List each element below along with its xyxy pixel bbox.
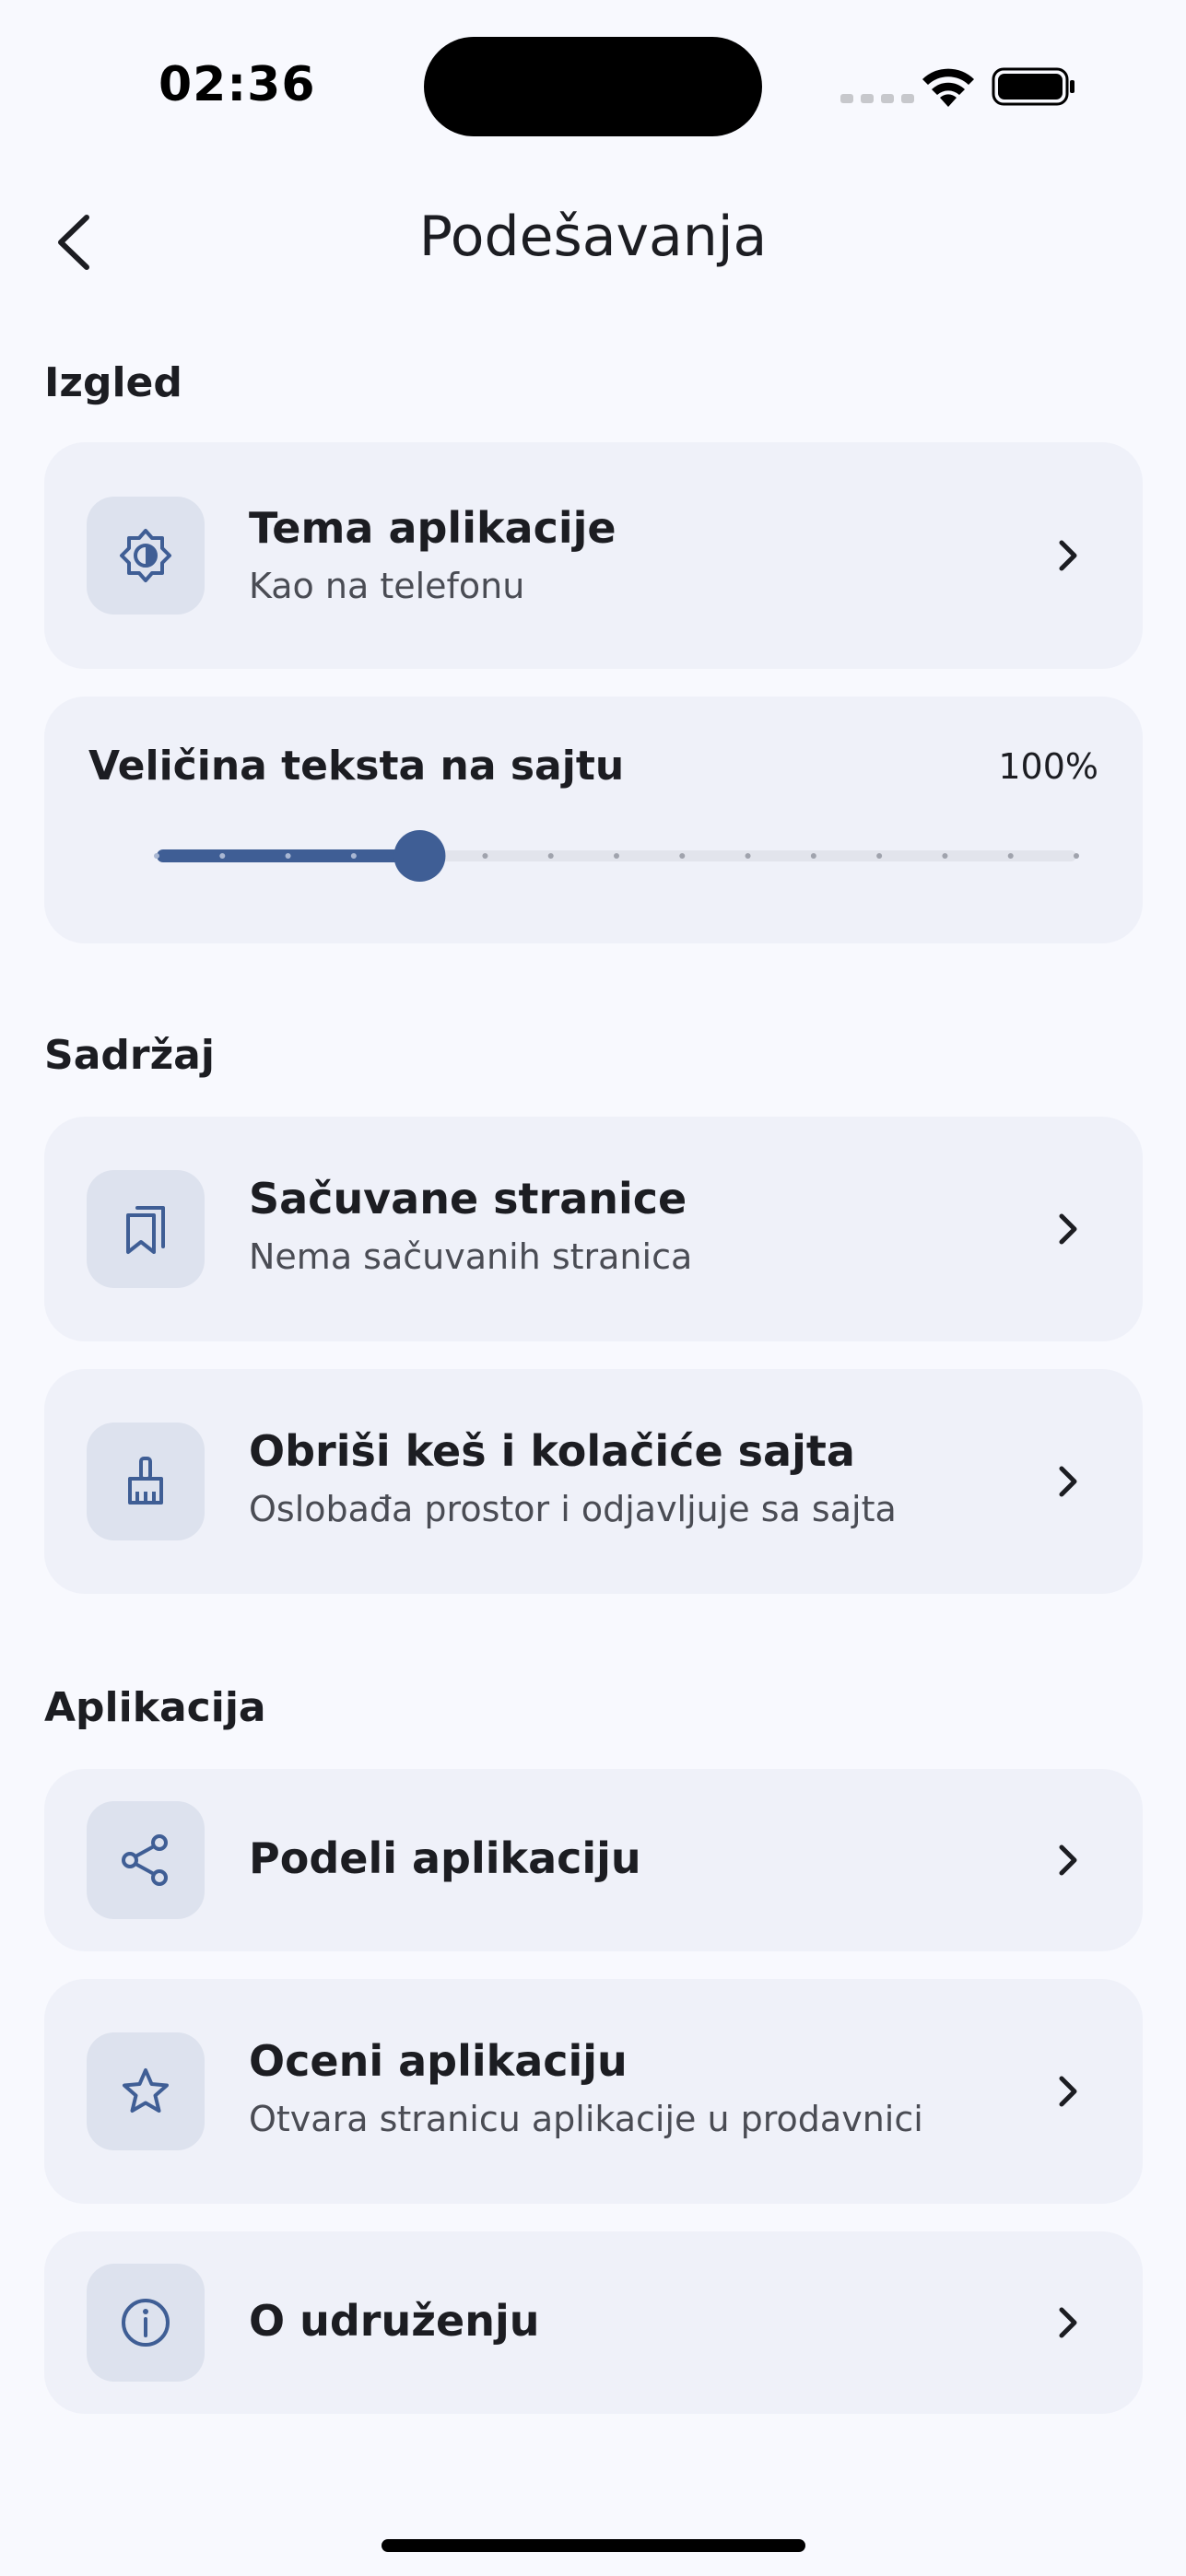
star-icon-box [87, 2032, 205, 2150]
rate-app-item[interactable]: Oceni aplikaciju Otvara stranicu aplikac… [44, 1979, 1143, 2204]
cellular-signal-icon [840, 94, 914, 103]
theme-icon-box [87, 497, 205, 615]
chevron-right-icon [1059, 2307, 1077, 2338]
share-icon [122, 1834, 168, 1886]
theme-subtitle: Kao na telefonu [249, 566, 525, 606]
chevron-right-icon [1059, 1213, 1077, 1245]
home-indicator [382, 2539, 805, 2552]
text-size-setting: Veličina teksta na sajtu 100% [44, 697, 1143, 943]
clear-cache-title: Obriši keš i kolačiće sajta [249, 1426, 855, 1476]
bookmarks-icon [126, 1206, 165, 1254]
slider-tick [547, 853, 554, 859]
slider-tick [810, 853, 816, 859]
share-icon-box [87, 1801, 205, 1919]
slider-tick [679, 853, 686, 859]
page-title: Podešavanja [418, 205, 768, 269]
slider-tick [350, 853, 357, 859]
saved-pages-title: Sačuvane stranice [249, 1174, 687, 1224]
chevron-right-icon [1059, 2076, 1077, 2107]
text-size-label: Veličina teksta na sajtu [88, 743, 625, 790]
slider-tick [1074, 853, 1079, 859]
rate-app-title: Oceni aplikaciju [249, 2036, 628, 2086]
chevron-right-icon [1059, 1466, 1077, 1497]
clear-cache-subtitle: Oslobađa prostor i odjavljuje sa sajta [249, 1489, 897, 1529]
star-icon [123, 2068, 169, 2113]
chevron-right-icon [1059, 540, 1077, 571]
theme-setting[interactable]: Tema aplikacije Kao na telefonu [44, 442, 1143, 669]
share-app-item[interactable]: Podeli aplikaciju [44, 1769, 1143, 1951]
slider-tick [614, 853, 619, 859]
slider-tick [219, 853, 226, 859]
section-title-app: Aplikacija [44, 1684, 266, 1731]
slider-tick [154, 853, 159, 859]
rate-app-subtitle: Otvara stranicu aplikacije u prodavnici [249, 2099, 923, 2139]
wifi-icon [922, 68, 974, 107]
theme-icon [120, 529, 171, 582]
share-app-title: Podeli aplikaciju [249, 1833, 641, 1883]
broom-icon-box [87, 1423, 205, 1540]
section-title-content: Sadržaj [44, 1032, 215, 1079]
section-title-appearance: Izgled [44, 359, 182, 406]
slider-tick [876, 853, 883, 859]
slider-tick [285, 853, 291, 859]
info-icon [122, 2299, 170, 2347]
slider-tick [482, 853, 488, 859]
saved-pages-item[interactable]: Sačuvane stranice Nema sačuvanih stranic… [44, 1117, 1143, 1341]
theme-title: Tema aplikacije [249, 503, 616, 553]
text-size-value: 100% [998, 746, 1098, 787]
broom-icon [128, 1457, 163, 1505]
info-icon-box [87, 2264, 205, 2382]
slider-tick [1007, 853, 1014, 859]
slider-tick [942, 853, 948, 859]
chevron-right-icon [1059, 1844, 1077, 1876]
status-time: 02:36 [159, 57, 316, 112]
slider-tick [745, 853, 751, 859]
bookmarks-icon-box [87, 1170, 205, 1288]
saved-pages-subtitle: Nema sačuvanih stranica [249, 1236, 693, 1277]
dynamic-island [424, 37, 762, 136]
about-item[interactable]: O udruženju [44, 2231, 1143, 2414]
status-bar: 02:36 [0, 0, 1186, 175]
text-size-slider[interactable] [151, 828, 1082, 884]
clear-cache-item[interactable]: Obriši keš i kolačiće sajta Oslobađa pro… [44, 1369, 1143, 1594]
battery-icon [992, 67, 1074, 106]
about-title: O udruženju [249, 2296, 540, 2346]
slider-thumb[interactable] [393, 830, 446, 882]
